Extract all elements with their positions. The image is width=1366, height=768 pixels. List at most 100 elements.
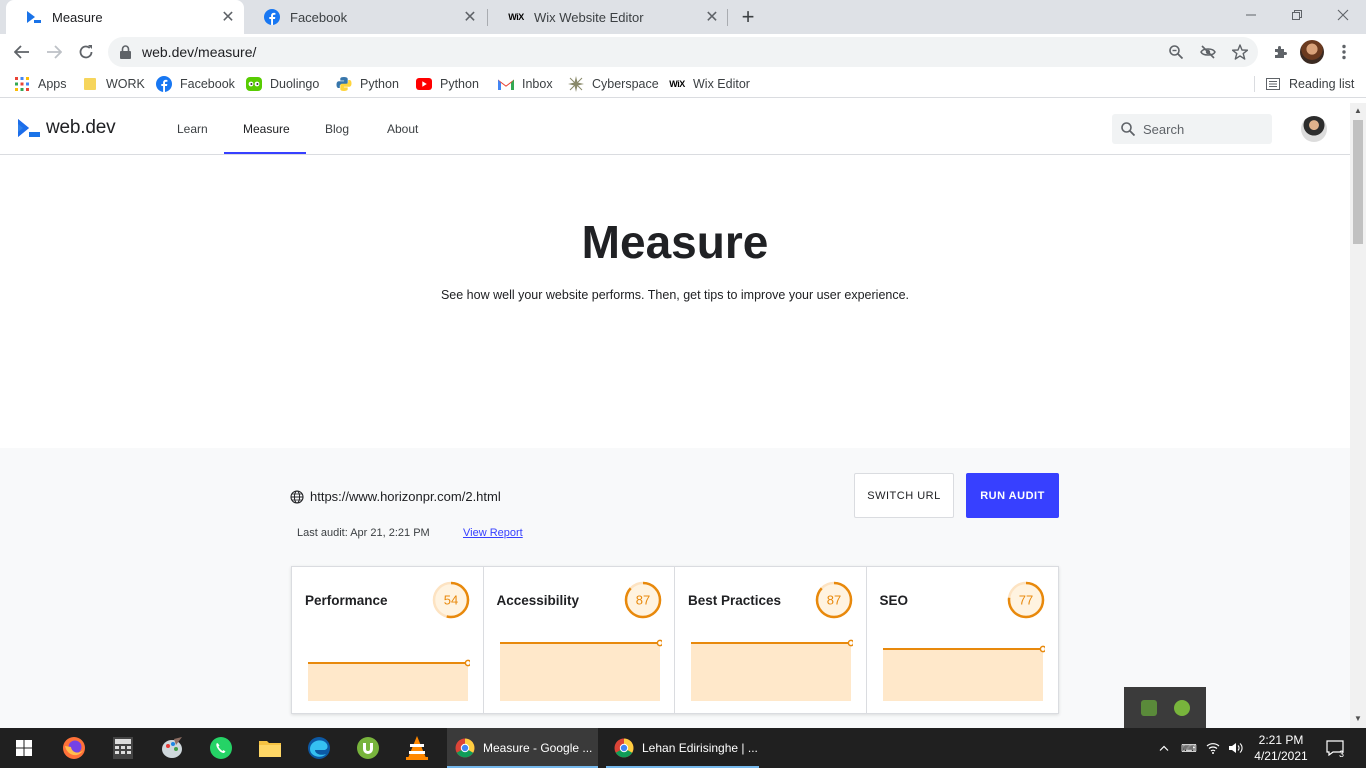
- new-tab-button[interactable]: +: [736, 4, 760, 29]
- score-card-seo[interactable]: SEO 77: [867, 567, 1059, 713]
- notification-count-badge: 3: [1339, 749, 1345, 759]
- utorrent-icon[interactable]: [344, 728, 392, 768]
- utorrent-tray-icon[interactable]: [1173, 699, 1190, 716]
- input-method-icon[interactable]: ⌨: [1180, 728, 1198, 768]
- zoom-icon[interactable]: [1166, 42, 1186, 62]
- firefox-icon[interactable]: [50, 728, 98, 768]
- vlc-icon[interactable]: [393, 728, 441, 768]
- tab-title: Measure: [52, 9, 103, 25]
- bookmark-label: Python: [360, 77, 399, 91]
- nav-learn[interactable]: Learn: [177, 103, 208, 155]
- bookmark-inbox[interactable]: Inbox: [498, 75, 553, 93]
- score-history-chart: [691, 639, 853, 701]
- taskbar-app-label: Lehan Edirisinghe | ...: [642, 741, 758, 755]
- site-header: web.dev Learn Measure Blog About: [0, 103, 1350, 155]
- webdev-logo-icon: [18, 119, 40, 137]
- tab-measure[interactable]: Measure ✕: [6, 0, 244, 34]
- whatsapp-icon[interactable]: [197, 728, 245, 768]
- bookmark-work[interactable]: WORK: [82, 75, 145, 93]
- score-card-best-practices[interactable]: Best Practices 87: [675, 567, 867, 713]
- youtube-icon: [416, 76, 432, 92]
- page-scrollbar[interactable]: ▲ ▼: [1350, 103, 1366, 728]
- score-gauge: 87: [815, 581, 853, 619]
- close-tab-icon[interactable]: ✕: [702, 7, 722, 27]
- score-card-title: Performance: [305, 593, 388, 608]
- clock-date: 4/21/2021: [1254, 749, 1308, 763]
- scrollbar-thumb[interactable]: [1353, 120, 1363, 244]
- bookmark-python-youtube[interactable]: Python: [416, 75, 479, 93]
- site-logo[interactable]: web.dev: [18, 117, 116, 139]
- url-text[interactable]: web.dev/measure/: [142, 44, 256, 60]
- cyberspace-icon: [568, 76, 584, 92]
- search-input[interactable]: [1143, 121, 1263, 137]
- run-audit-button[interactable]: RUN AUDIT: [966, 473, 1059, 518]
- score-gauge: 54: [432, 581, 470, 619]
- switch-url-button[interactable]: SWITCH URL: [854, 473, 954, 518]
- bookmark-star-icon[interactable]: [1230, 42, 1250, 62]
- notification-center-icon[interactable]: 3: [1320, 728, 1350, 768]
- nav-blog[interactable]: Blog: [325, 103, 349, 155]
- profile-avatar[interactable]: [1300, 40, 1324, 64]
- bookmark-facebook[interactable]: Facebook: [156, 75, 235, 93]
- page-viewport: web.dev Learn Measure Blog About Measure…: [0, 103, 1350, 728]
- address-bar[interactable]: web.dev/measure/: [108, 37, 1258, 67]
- forward-button[interactable]: [40, 38, 68, 66]
- bookmark-python[interactable]: Python: [336, 75, 399, 93]
- restore-button[interactable]: [1274, 0, 1320, 30]
- view-report-link[interactable]: View Report: [463, 527, 523, 539]
- score-history-chart: [882, 645, 1045, 701]
- volume-icon[interactable]: [1227, 728, 1245, 768]
- scroll-up-arrow-icon[interactable]: ▲: [1354, 106, 1362, 115]
- webdev-favicon-icon: [26, 9, 42, 25]
- bookmark-label: Apps: [38, 77, 67, 91]
- close-tab-icon[interactable]: ✕: [218, 7, 238, 27]
- bookmark-wix-editor[interactable]: WiX Wix Editor: [669, 75, 750, 93]
- close-window-button[interactable]: [1320, 0, 1366, 30]
- page-subtitle: See how well your website performs. Then…: [440, 288, 910, 302]
- facebook-icon: [264, 9, 280, 25]
- site-search[interactable]: [1112, 114, 1272, 144]
- nav-measure[interactable]: Measure: [243, 103, 290, 155]
- gmail-icon: [498, 76, 514, 92]
- nav-about[interactable]: About: [387, 103, 418, 155]
- reload-button[interactable]: [72, 38, 100, 66]
- tab-facebook[interactable]: Facebook ✕: [244, 0, 486, 34]
- bookmark-label: Facebook: [180, 77, 235, 91]
- tab-wix[interactable]: WiX Wix Website Editor ✕: [488, 0, 728, 34]
- bookmark-apps[interactable]: Apps: [14, 75, 67, 93]
- paint-app-icon[interactable]: [148, 728, 196, 768]
- wifi-icon[interactable]: [1204, 728, 1222, 768]
- calculator-icon[interactable]: [99, 728, 147, 768]
- reading-list-button[interactable]: Reading list: [1266, 75, 1354, 93]
- search-icon: [1121, 122, 1135, 136]
- bookmark-cyberspace[interactable]: Cyberspace: [568, 75, 659, 93]
- edge-icon[interactable]: [295, 728, 343, 768]
- bookmark-duolingo[interactable]: Duolingo: [246, 75, 319, 93]
- windows-start-icon[interactable]: [0, 728, 48, 768]
- score-value: 54: [444, 593, 458, 608]
- back-button[interactable]: [8, 38, 36, 66]
- user-avatar[interactable]: [1301, 116, 1327, 142]
- file-explorer-icon[interactable]: [246, 728, 294, 768]
- score-card-performance[interactable]: Performance 54: [292, 567, 484, 713]
- contact-app-icon[interactable]: [1140, 699, 1157, 716]
- extensions-icon[interactable]: [1266, 38, 1294, 66]
- eye-off-icon[interactable]: [1198, 42, 1218, 62]
- scroll-down-arrow-icon[interactable]: ▼: [1354, 714, 1362, 723]
- lock-icon[interactable]: [120, 45, 131, 64]
- taskbar-app-chrome-measure[interactable]: Measure - Google ...: [447, 728, 598, 768]
- minimize-button[interactable]: [1228, 0, 1274, 30]
- tray-overflow-chevron-icon[interactable]: [1156, 728, 1172, 768]
- close-tab-icon[interactable]: ✕: [460, 7, 480, 27]
- menu-kebab-icon[interactable]: [1330, 38, 1358, 66]
- score-gauge: 77: [1007, 581, 1044, 619]
- score-card-title: Accessibility: [496, 593, 580, 608]
- score-value: 87: [635, 593, 649, 608]
- system-clock[interactable]: 2:21 PM 4/21/2021: [1252, 732, 1310, 764]
- score-card-accessibility[interactable]: Accessibility 87: [484, 567, 675, 713]
- nav-active-indicator: [224, 152, 306, 154]
- taskbar-app-chrome-lehan[interactable]: Lehan Edirisinghe | ...: [606, 728, 759, 768]
- chrome-icon: [614, 738, 634, 758]
- duolingo-icon: [246, 76, 262, 92]
- globe-icon: [290, 489, 304, 504]
